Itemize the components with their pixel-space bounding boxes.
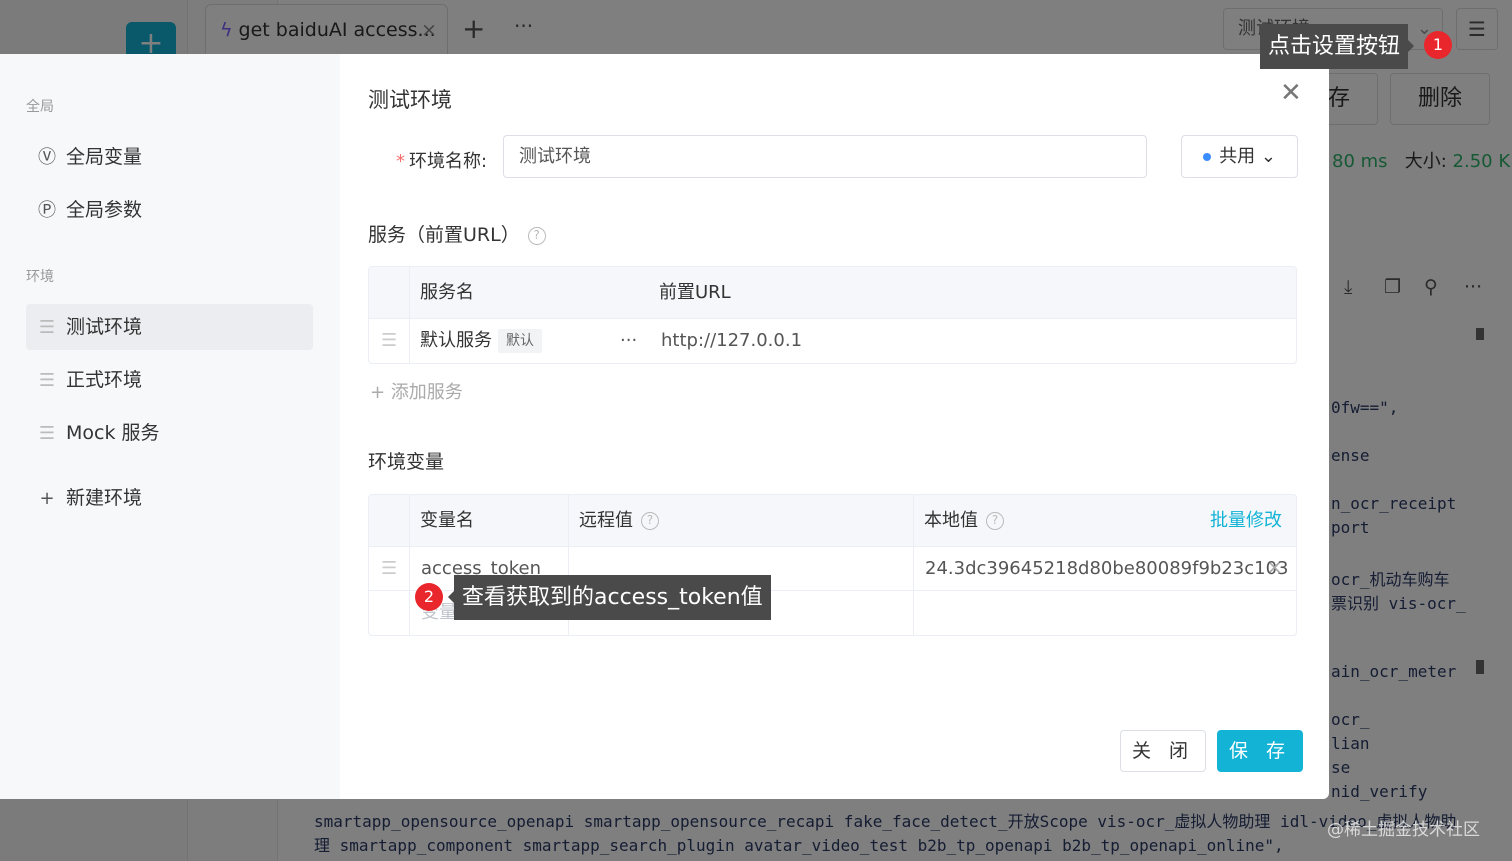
group-env-label: 环境 bbox=[26, 269, 54, 285]
close-button[interactable]: 关 闭 bbox=[1120, 730, 1206, 772]
parameter-icon: Ⓟ bbox=[38, 200, 56, 221]
status-dot-icon bbox=[1203, 153, 1212, 161]
column-header-local: 本地值? bbox=[924, 495, 1004, 546]
services-section-title: 服务（前置URL）? bbox=[368, 220, 546, 247]
step-badge: 2 bbox=[415, 583, 443, 611]
sidebar-item-global-vars[interactable]: Ⓥ 全局变量 bbox=[26, 134, 313, 180]
sidebar-item-test-env[interactable]: ☰ 测试环境 bbox=[26, 304, 313, 350]
drag-handle-icon[interactable]: ☰ bbox=[36, 411, 58, 457]
environment-dialog: 全局 Ⓥ 全局变量 Ⓟ 全局参数 环境 ☰ 测试环境 ☰ 正式环境 ☰ Mock 服务 +… bbox=[0, 54, 1329, 799]
drag-handle-icon[interactable]: ☰ bbox=[381, 547, 397, 590]
tooltip-settings: 点击设置按钮 bbox=[1260, 24, 1415, 69]
new-env-button[interactable]: + 新建环境 bbox=[26, 475, 313, 521]
sidebar-item-prod-env[interactable]: ☰ 正式环境 bbox=[26, 357, 313, 403]
column-divider bbox=[913, 495, 914, 546]
services-table: 服务名 前置URL ☰ 默认服务 默认 ··· http://127.0.0.1 bbox=[368, 266, 1297, 364]
sidebar-item-label: Mock 服务 bbox=[66, 422, 160, 444]
dialog-sidebar: 全局 Ⓥ 全局变量 Ⓟ 全局参数 环境 ☰ 测试环境 ☰ 正式环境 ☰ Mock 服务 +… bbox=[0, 54, 340, 799]
dialog-main: 测试环境 ✕ * 环境名称: 测试环境 共用 ⌄ 服务（前置URL）? 服务名 前… bbox=[340, 54, 1329, 799]
service-name: 默认服务 bbox=[420, 330, 492, 351]
table-header-row: 服务名 前置URL bbox=[369, 267, 1296, 319]
help-icon[interactable]: ? bbox=[986, 512, 1004, 530]
local-header-text: 本地值 bbox=[924, 510, 978, 531]
remote-header-text: 远程值 bbox=[579, 510, 633, 531]
env-name-label: * 环境名称: bbox=[396, 147, 487, 173]
drag-handle-icon[interactable]: ☰ bbox=[36, 305, 58, 351]
vars-section-title: 环境变量 bbox=[368, 451, 445, 473]
chevron-down-icon: ⌄ bbox=[1260, 146, 1276, 167]
sidebar-item-mock-service[interactable]: ☰ Mock 服务 bbox=[26, 410, 313, 456]
column-divider bbox=[409, 495, 410, 546]
service-url[interactable]: http://127.0.0.1 bbox=[661, 319, 802, 363]
service-more-icon[interactable]: ··· bbox=[620, 319, 637, 363]
close-icon[interactable]: ✕ bbox=[1280, 78, 1302, 108]
column-divider bbox=[409, 591, 410, 635]
new-env-label: 新建环境 bbox=[66, 487, 143, 509]
add-service-label: 添加服务 bbox=[390, 382, 463, 403]
help-icon[interactable]: ? bbox=[527, 226, 546, 245]
column-header-service-name: 服务名 bbox=[420, 282, 474, 303]
env-name-label-text: 环境名称: bbox=[409, 151, 488, 172]
sidebar-item-label: 全局变量 bbox=[66, 146, 143, 168]
sidebar-item-label: 正式环境 bbox=[66, 369, 143, 391]
table-header-row: 变量名 远程值? 本地值? 批量修改 bbox=[369, 495, 1296, 547]
service-name-cell[interactable]: 默认服务 默认 bbox=[420, 319, 542, 363]
required-mark: * bbox=[396, 151, 405, 172]
column-divider bbox=[409, 267, 410, 318]
table-row: ☰ 默认服务 默认 ··· http://127.0.0.1 bbox=[369, 319, 1296, 363]
variable-icon: Ⓥ bbox=[38, 147, 56, 168]
column-header-remote: 远程值? bbox=[579, 495, 659, 546]
env-name-field[interactable]: 测试环境 bbox=[503, 135, 1147, 178]
default-tag: 默认 bbox=[498, 329, 542, 353]
sidebar-item-global-params[interactable]: Ⓟ 全局参数 bbox=[26, 187, 313, 233]
var-local-field[interactable]: 24.3dc39645218d80be80089f9b23c103 bbox=[925, 547, 1288, 590]
share-label: 共用 bbox=[1219, 146, 1256, 167]
step-badge: 1 bbox=[1424, 31, 1452, 59]
sidebar-item-label: 全局参数 bbox=[66, 199, 143, 221]
batch-edit-link[interactable]: 批量修改 bbox=[1210, 495, 1282, 546]
dialog-title: 测试环境 bbox=[368, 88, 452, 112]
column-divider bbox=[913, 591, 914, 635]
sidebar-item-label: 测试环境 bbox=[66, 316, 143, 338]
column-header-var-name: 变量名 bbox=[420, 510, 474, 531]
services-title-text: 服务（前置URL） bbox=[368, 224, 520, 246]
group-global-label: 全局 bbox=[26, 99, 54, 115]
save-button[interactable]: 保 存 bbox=[1217, 730, 1303, 772]
column-header-prefix-url: 前置URL bbox=[659, 282, 731, 303]
drag-handle-icon[interactable]: ☰ bbox=[381, 319, 397, 363]
column-divider bbox=[913, 547, 914, 590]
plus-icon: + bbox=[370, 382, 391, 403]
clear-icon[interactable]: ✕ bbox=[1267, 547, 1282, 590]
drag-handle-icon[interactable]: ☰ bbox=[36, 358, 58, 404]
add-service-button[interactable]: + 添加服务 bbox=[370, 378, 463, 404]
watermark: @稀土掘金技术社区 bbox=[1327, 820, 1480, 840]
column-divider bbox=[409, 319, 410, 363]
share-dropdown[interactable]: 共用 ⌄ bbox=[1181, 135, 1298, 178]
column-divider bbox=[409, 547, 410, 590]
column-divider bbox=[568, 495, 569, 546]
help-icon[interactable]: ? bbox=[641, 512, 659, 530]
plus-icon: + bbox=[39, 488, 55, 509]
tooltip-access-token: 查看获取到的access_token值 bbox=[448, 575, 771, 620]
